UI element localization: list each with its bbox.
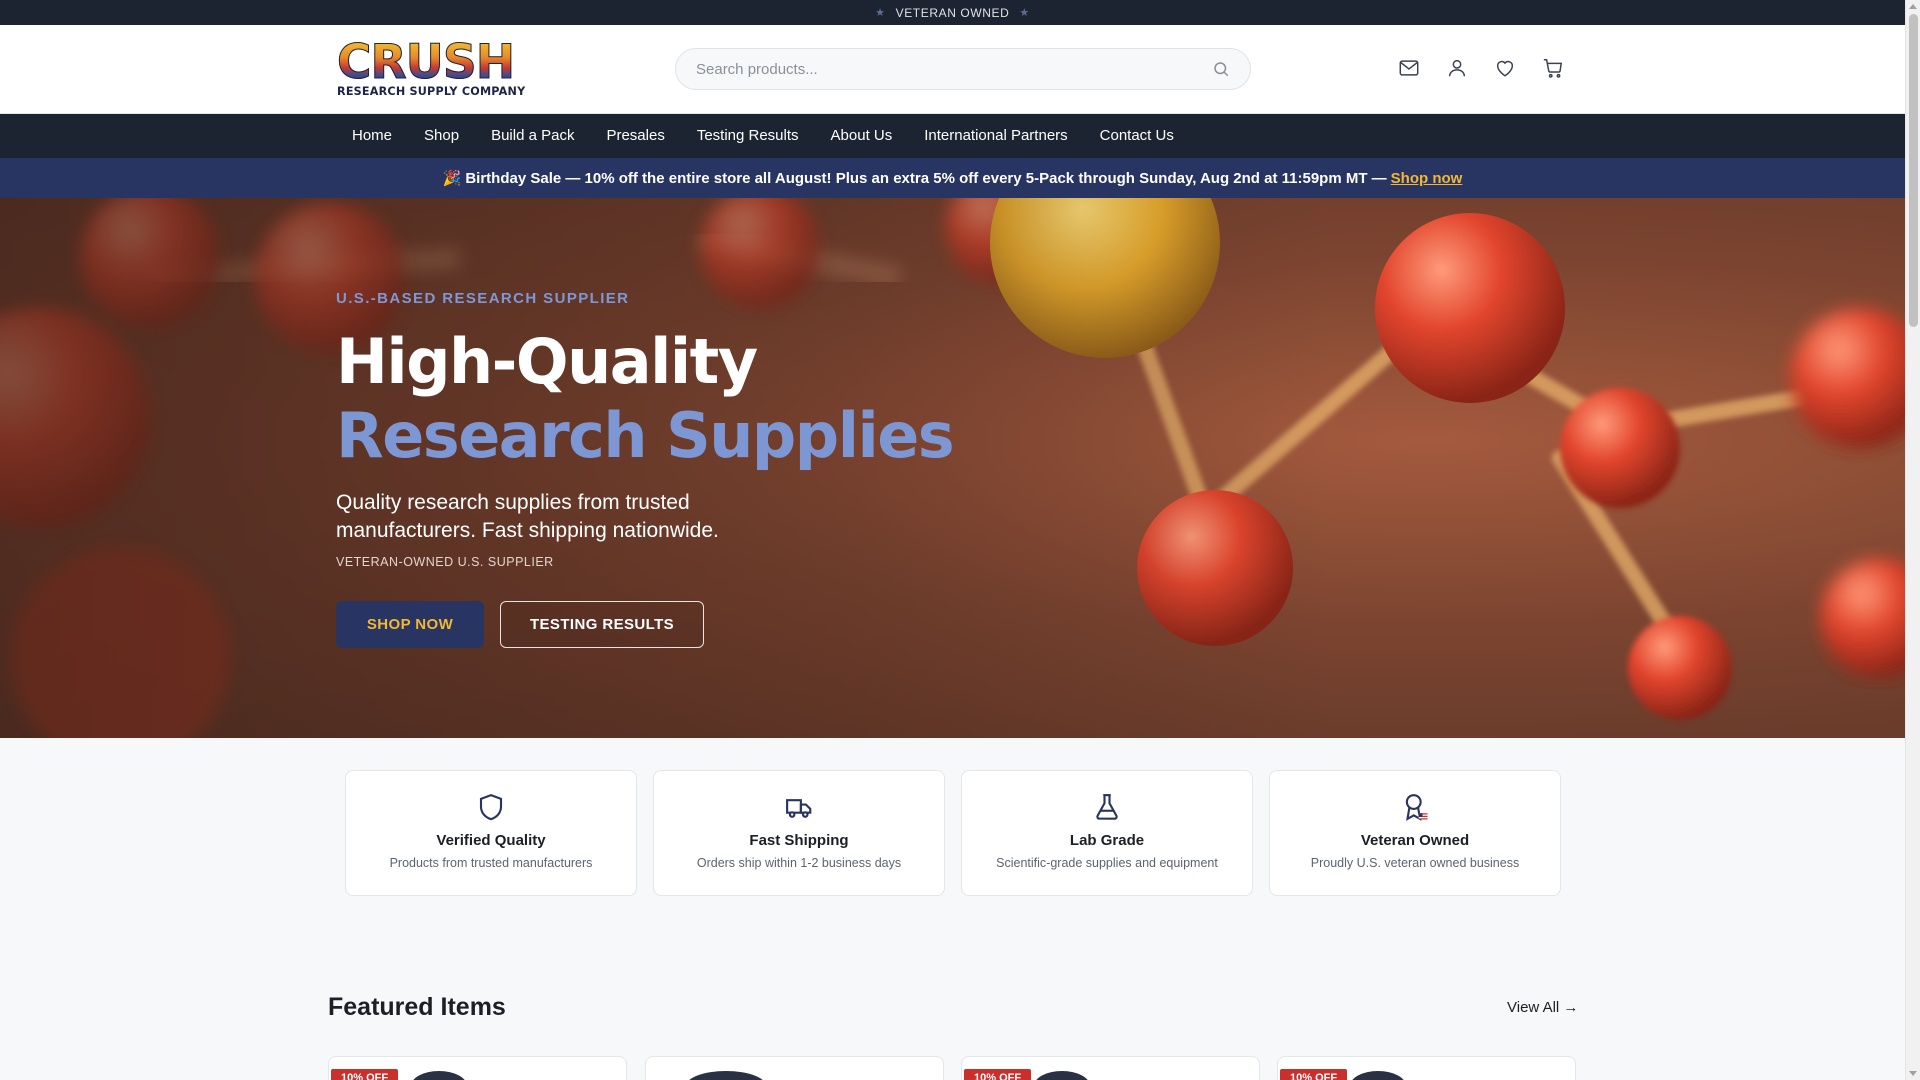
testing-results-button[interactable]: TESTING RESULTS <box>500 601 704 648</box>
site-logo[interactable]: CRUSH RESEARCH SUPPLY COMPANY <box>337 39 527 100</box>
nav-item-testing-results[interactable]: Testing Results <box>681 114 815 158</box>
hero-buttons: SHOP NOW TESTING RESULTS <box>336 601 1036 648</box>
product-image <box>411 1071 467 1080</box>
shop-now-button[interactable]: SHOP NOW <box>336 601 484 648</box>
nav-item-about-us[interactable]: About Us <box>815 114 909 158</box>
topbar-text: VETERAN OWNED <box>895 5 1010 20</box>
hero-lead: Quality research supplies from trusted m… <box>336 491 719 542</box>
star-icon: ★ <box>1019 7 1030 19</box>
shield-icon <box>479 793 503 821</box>
hero-title-line2: Research Supplies <box>336 399 955 472</box>
hero-section: U.S.-BASED RESEARCH SUPPLIER High-Qualit… <box>0 198 1905 738</box>
search-input[interactable] <box>696 60 1212 78</box>
product-card[interactable] <box>645 1056 944 1080</box>
search-icon[interactable] <box>1212 60 1230 78</box>
discount-badge: 10% OFF <box>1280 1069 1348 1080</box>
feature-card: Verified Quality Products from trusted m… <box>345 770 637 896</box>
product-card[interactable]: 10% OFF <box>1277 1056 1576 1080</box>
cart-icon[interactable] <box>1542 57 1564 79</box>
nav-item-home[interactable]: Home <box>336 114 408 158</box>
hero-content: U.S.-BASED RESEARCH SUPPLIER High-Qualit… <box>336 290 1036 648</box>
product-image <box>1350 1071 1406 1080</box>
featured-items-heading: Featured Items <box>328 993 506 1021</box>
feature-title: Veteran Owned <box>1360 832 1470 849</box>
feature-card: Fast Shipping Orders ship within 1-2 bus… <box>653 770 945 896</box>
nav-item-international-partners[interactable]: International Partners <box>908 114 1083 158</box>
header-actions <box>1398 57 1564 79</box>
promo-shop-now-link[interactable]: Shop now <box>1391 170 1463 187</box>
scroll-up-arrow-icon[interactable] <box>1909 4 1917 9</box>
award-icon <box>1405 794 1428 821</box>
scroll-down-arrow-icon[interactable] <box>1909 1071 1917 1076</box>
discount-badge: 10% OFF <box>331 1069 399 1080</box>
feature-desc: Proudly U.S. veteran owned business <box>1310 856 1520 870</box>
search-bar <box>675 48 1251 90</box>
mail-icon[interactable] <box>1398 57 1420 79</box>
nav-item-contact-us[interactable]: Contact Us <box>1084 114 1190 158</box>
nav-item-build-a-pack[interactable]: Build a Pack <box>475 114 590 158</box>
feature-desc: Orders ship within 1-2 business days <box>696 856 902 870</box>
scrollbar-thumb[interactable] <box>1909 14 1918 327</box>
flask-icon <box>1096 794 1118 820</box>
nav-item-presales[interactable]: Presales <box>590 114 680 158</box>
nav-item-shop[interactable]: Shop <box>408 114 475 158</box>
product-card[interactable]: 10% OFF <box>328 1056 627 1080</box>
view-all-link[interactable]: View All → <box>1507 999 1578 1016</box>
product-card[interactable]: 10% OFF <box>961 1056 1260 1080</box>
feature-card: Veteran Owned Proudly U.S. veteran owned… <box>1269 770 1561 896</box>
feature-desc: Products from trusted manufacturers <box>389 856 593 870</box>
veteran-owned-bar: ★ VETERAN OWNED ★ <box>0 0 1905 25</box>
feature-title: Fast Shipping <box>749 832 849 849</box>
hero-veteran-note: VETERAN-OWNED U.S. SUPPLIER <box>336 555 554 569</box>
feature-title: Verified Quality <box>436 832 546 849</box>
main-nav: Home Shop Build a Pack Presales Testing … <box>0 114 1905 158</box>
product-image <box>1034 1071 1090 1080</box>
feature-title: Lab Grade <box>1069 832 1145 849</box>
star-icon: ★ <box>875 7 886 19</box>
hero-title-line1: High-Quality <box>336 325 758 398</box>
feature-cards: Verified Quality Products from trusted m… <box>345 770 1561 896</box>
hero-eyebrow: U.S.-BASED RESEARCH SUPPLIER <box>336 290 630 307</box>
discount-badge: 10% OFF <box>964 1069 1032 1080</box>
account-icon[interactable] <box>1446 57 1468 79</box>
product-image <box>686 1071 766 1080</box>
feature-card: Lab Grade Scientific-grade supplies and … <box>961 770 1253 896</box>
promo-banner: 🎉 Birthday Sale — 10% off the entire sto… <box>0 158 1905 198</box>
site-header: CRUSH RESEARCH SUPPLY COMPANY <box>0 25 1905 114</box>
truck-icon <box>786 799 812 818</box>
feature-desc: Scientific-grade supplies and equipment <box>996 856 1218 870</box>
promo-text: Birthday Sale — 10% off the entire store… <box>465 169 1387 187</box>
heart-icon[interactable] <box>1494 57 1516 79</box>
logo-wordmark: CRUSH <box>337 39 527 87</box>
page-scrollbar[interactable] <box>1905 0 1920 1080</box>
logo-subtitle: RESEARCH SUPPLY COMPANY <box>337 85 526 98</box>
party-icon: 🎉 <box>442 170 462 187</box>
